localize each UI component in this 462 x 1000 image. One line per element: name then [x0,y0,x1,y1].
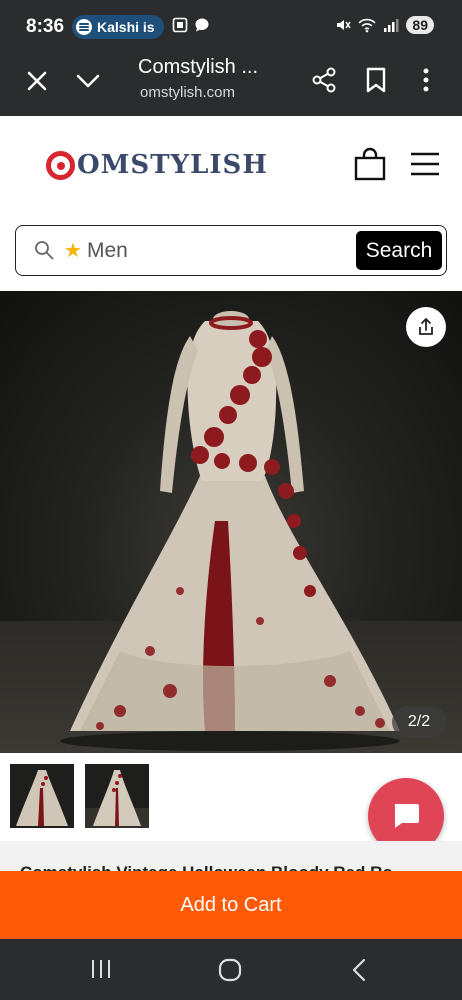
add-to-cart-button[interactable]: Add to Cart [0,871,462,939]
upload-share-icon [419,318,433,335]
status-right-icons: 89 [335,16,434,34]
battery-level: 89 [406,16,434,34]
hamburger-menu-icon[interactable] [410,152,440,176]
thumbnail-1-image [10,764,74,828]
close-icon[interactable] [24,68,50,94]
search-bar[interactable]: ★ Men Search [15,225,447,276]
status-bar: 8:36 Kalshi is 89 [0,0,462,54]
browser-toolbar: Comstylish ... omstylish.com [0,54,462,116]
logo-text: OMSTYLISH [77,150,268,180]
status-notification-icons [172,17,210,33]
thumbnail-1[interactable] [10,764,74,828]
product-title-area: Comstylish Vintage Halloween Bloody Red … [0,841,462,882]
chat-notification-icon [195,18,209,32]
logo-mark-icon [46,150,75,180]
system-navigation-bar [0,939,462,1000]
more-options-icon[interactable] [418,66,434,94]
search-icon [35,241,54,260]
star-icon: ★ [64,240,82,262]
page-url[interactable]: omstylish.com [140,84,270,101]
status-time: 8:36 [26,16,65,37]
gown-illustration [60,311,400,751]
share-product-button[interactable] [406,307,446,347]
signal-icon [384,19,399,32]
chevron-down-icon[interactable] [74,68,102,94]
site-header: OMSTYLISH [0,116,462,216]
site-logo[interactable]: OMSTYLISH [46,150,268,180]
wifi-icon [358,18,377,33]
notification-text: Kalshi is [97,19,155,35]
image-counter: 2/2 [392,706,446,738]
recent-apps-icon[interactable] [90,959,112,979]
share-icon[interactable] [310,66,338,94]
spotify-icon [76,19,92,35]
page-title: Comstylish ... [138,56,259,78]
home-icon[interactable] [218,958,242,982]
back-icon[interactable] [351,958,367,982]
chat-bubble-icon [394,804,419,828]
product-image[interactable] [0,291,462,753]
thumbnail-2[interactable] [85,764,149,828]
thumbnail-2-image [85,764,149,828]
shopping-bag-icon[interactable] [354,147,386,181]
screenshot-icon [172,17,188,33]
media-notification-pill[interactable]: Kalshi is [72,15,164,39]
search-input[interactable]: Men [87,239,128,263]
search-button[interactable]: Search [356,231,442,270]
bookmark-icon[interactable] [364,66,388,94]
mute-icon [337,20,352,30]
